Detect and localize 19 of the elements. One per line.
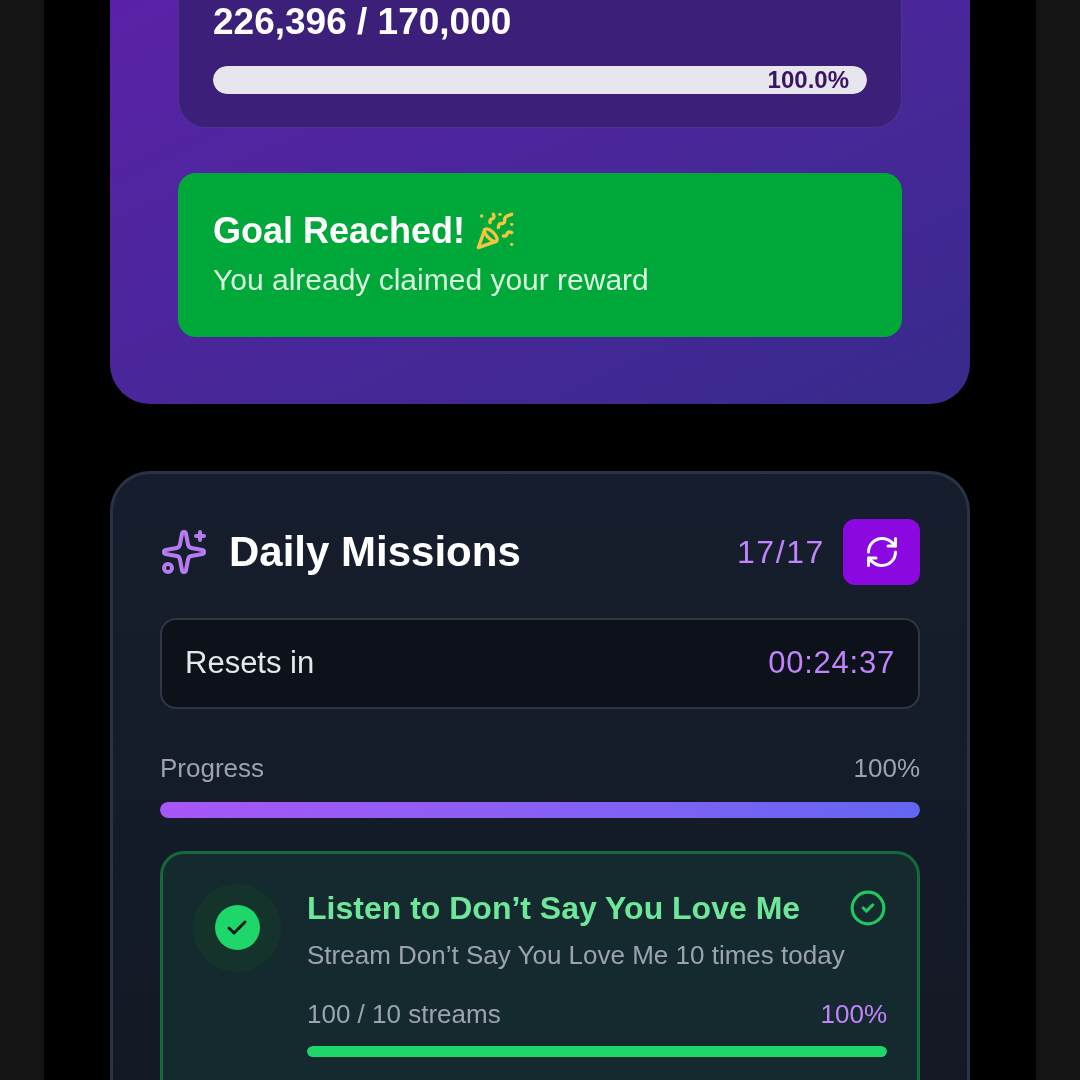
refresh-button[interactable] — [843, 518, 920, 585]
status-title: Goal Reached! — [213, 213, 466, 249]
missions-count: 17/17 — [736, 532, 825, 572]
check-icon — [214, 905, 260, 950]
goal-amount: 226,396 / 170,000 — [213, 0, 513, 40]
check-circle-icon — [849, 888, 887, 927]
mission-progress: 100 / 10 streams — [307, 997, 501, 1031]
status-subtitle: You already claimed your reward — [213, 262, 650, 298]
party-popper-icon — [475, 211, 516, 251]
progress-label: Progress — [160, 751, 265, 785]
progress-percent: 100.0% — [767, 66, 849, 94]
sparkles-icon — [160, 527, 208, 576]
mission-description: Stream Don’t Say You Love Me 10 times today — [307, 938, 846, 972]
missions-title: Daily Missions — [229, 527, 521, 577]
progress-value: 100% — [853, 751, 920, 785]
mission-title: Listen to Don’t Say You Love Me — [307, 888, 801, 928]
reset-time: 00:24:37 — [768, 643, 895, 682]
reset-label: Resets in — [185, 643, 315, 682]
mission-percent: 100% — [820, 997, 887, 1031]
